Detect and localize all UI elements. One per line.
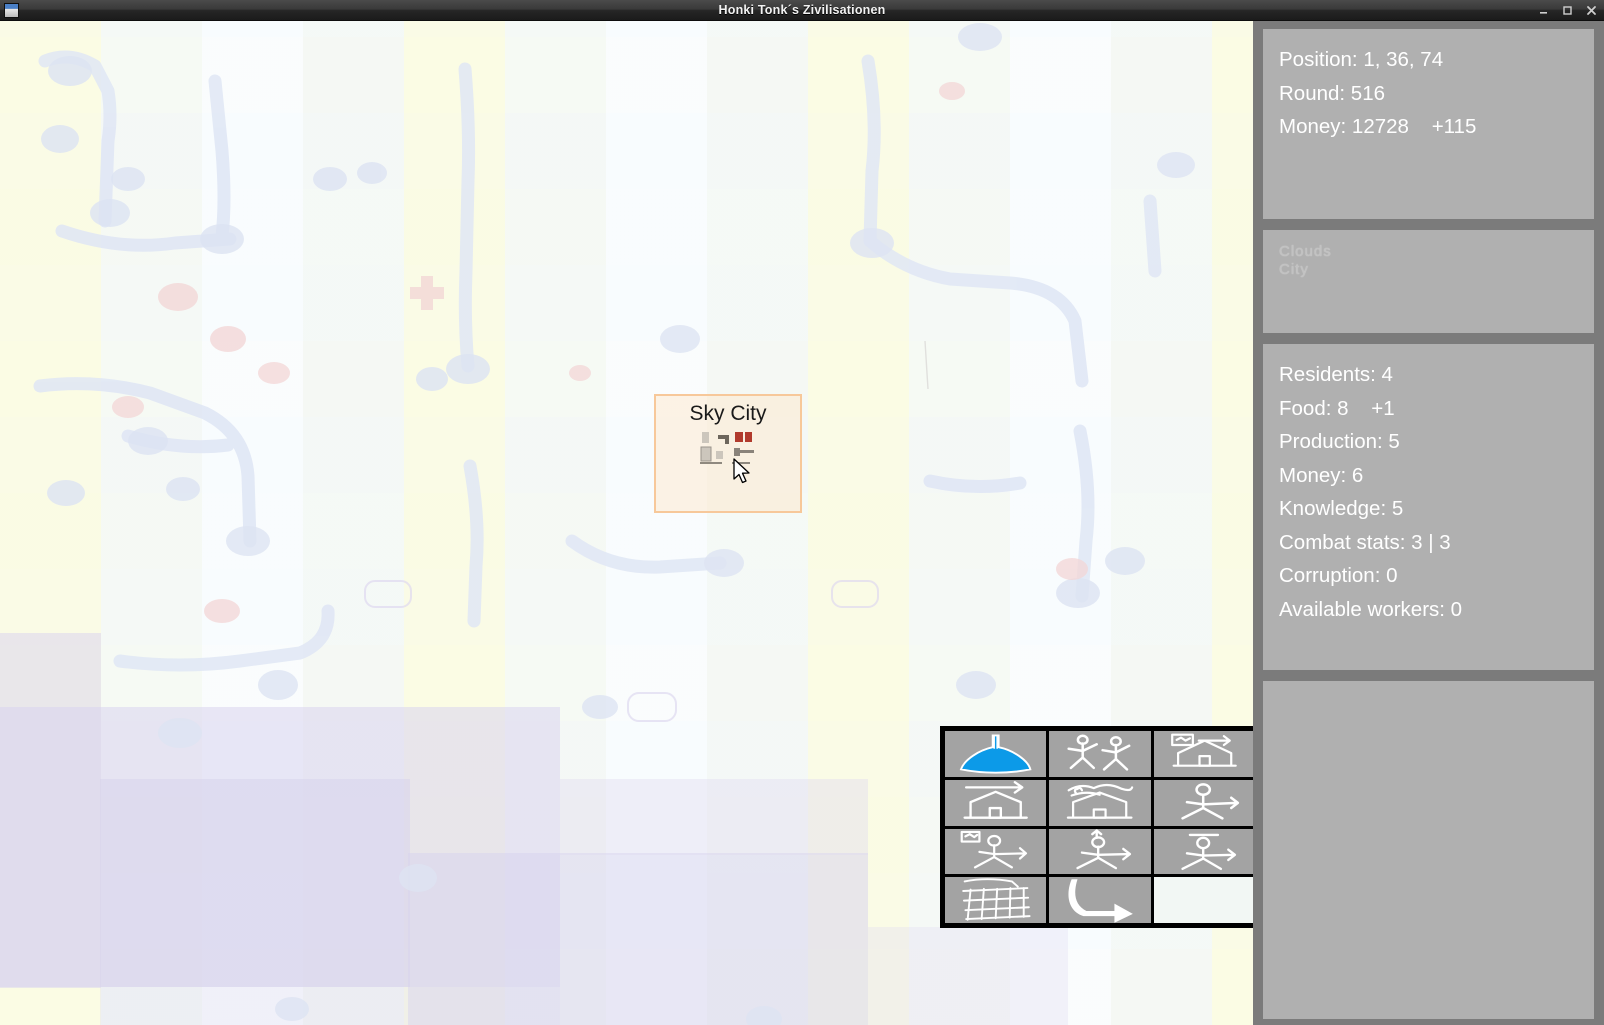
terrain-type: Clouds — [1279, 243, 1332, 260]
stat-position: Position: 1, 36, 74 — [1279, 48, 1444, 71]
action-toolbar[interactable] — [940, 726, 1253, 928]
game-stats-panel: Position: 1, 36, 74 Round: 516 Money: 12… — [1263, 29, 1594, 219]
empty-info-panel — [1263, 681, 1594, 1019]
worker-arrow-up-icon[interactable] — [1049, 828, 1151, 875]
grid-field-icon[interactable] — [945, 877, 1047, 923]
worker-build-move-icon[interactable] — [945, 828, 1047, 875]
stat-available-workers: Available workers: 0 — [1279, 597, 1463, 621]
maximize-icon[interactable] — [1562, 5, 1573, 16]
map-viewport[interactable]: Sky City — [0, 21, 1253, 1025]
terrain-info-panel: Clouds City — [1263, 230, 1594, 333]
house-clouds-icon[interactable] — [1049, 779, 1151, 826]
terrain-feature: City — [1279, 261, 1309, 278]
minimize-icon[interactable] — [1538, 5, 1549, 16]
stat-food: Food: 8 +1 — [1279, 396, 1395, 420]
right-sidebar: Position: 1, 36, 74 Round: 516 Money: 12… — [1253, 21, 1604, 1025]
stat-combat: Combat stats: 3 | 3 — [1279, 530, 1451, 554]
stat-residents: Residents: 4 — [1279, 363, 1393, 386]
worker-move-icon[interactable] — [1153, 779, 1253, 826]
window-title: Honki Tonk´s Zivilisationen — [718, 2, 886, 17]
mouse-cursor — [733, 458, 751, 486]
city-stats-panel: Residents: 4 Food: 8 +1 Production: 5 Mo… — [1263, 344, 1594, 670]
found-city-icon[interactable] — [945, 731, 1047, 777]
curved-arrow-icon[interactable] — [1049, 877, 1151, 923]
stat-money: Money: 12728 +115 — [1279, 115, 1477, 138]
close-icon[interactable] — [1586, 5, 1597, 16]
worker-halo-move-icon[interactable] — [1153, 828, 1253, 875]
house-move-icon[interactable] — [945, 779, 1047, 826]
city-name-label: Sky City — [689, 402, 767, 425]
stat-production: Production: 5 — [1279, 430, 1400, 453]
stat-round: Round: 516 — [1279, 81, 1386, 105]
window-controls — [1538, 5, 1597, 16]
stat-knowledge: Knowledge: 5 — [1279, 497, 1404, 520]
stat-city-money: Money: 6 — [1279, 463, 1364, 487]
empty-slot[interactable] — [1153, 877, 1253, 923]
two-workers-icon[interactable] — [1049, 731, 1151, 777]
window-titlebar: Honki Tonk´s Zivilisationen — [0, 0, 1604, 21]
building-move-icon[interactable] — [1153, 731, 1253, 777]
stat-corruption: Corruption: 0 — [1279, 564, 1398, 587]
